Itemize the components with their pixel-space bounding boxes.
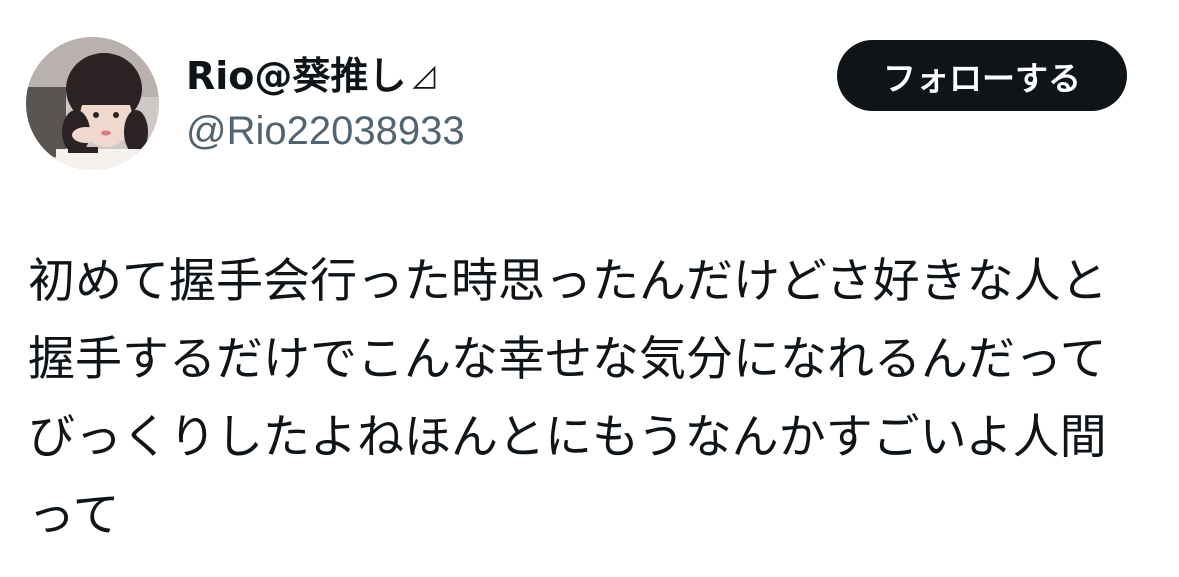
avatar-image [26,37,159,170]
follow-button[interactable]: フォローする [837,40,1127,111]
tweet-card: Rio@葵推し ◿ @Rio22038933 フォローする 初めて握手会行った時… [0,0,1179,577]
avatar[interactable] [26,37,159,170]
author-display-name[interactable]: Rio@葵推し ◿ [186,51,465,101]
author-handle[interactable]: @Rio22038933 [186,103,465,159]
tweet-text-line: 初めて握手会行った時思ったんだけどさ好きな人と [28,254,1108,309]
tweet-text-line: って [28,488,120,543]
tweet-text-line: びっくりしたよねほんとにもうなんかすごいよ人間 [28,410,1107,465]
tweet-text-line: 握手するだけでこんな幸せな気分になれるんだって [28,332,1107,387]
author-names: Rio@葵推し ◿ @Rio22038933 [186,51,465,159]
display-name-text: Rio@葵推し [186,54,407,98]
tweet-text: 初めて握手会行った時思ったんだけどさ好きな人と 握手するだけでこんな幸せな気分に… [28,243,1153,555]
triangle-mark-icon: ◿ [412,58,436,93]
